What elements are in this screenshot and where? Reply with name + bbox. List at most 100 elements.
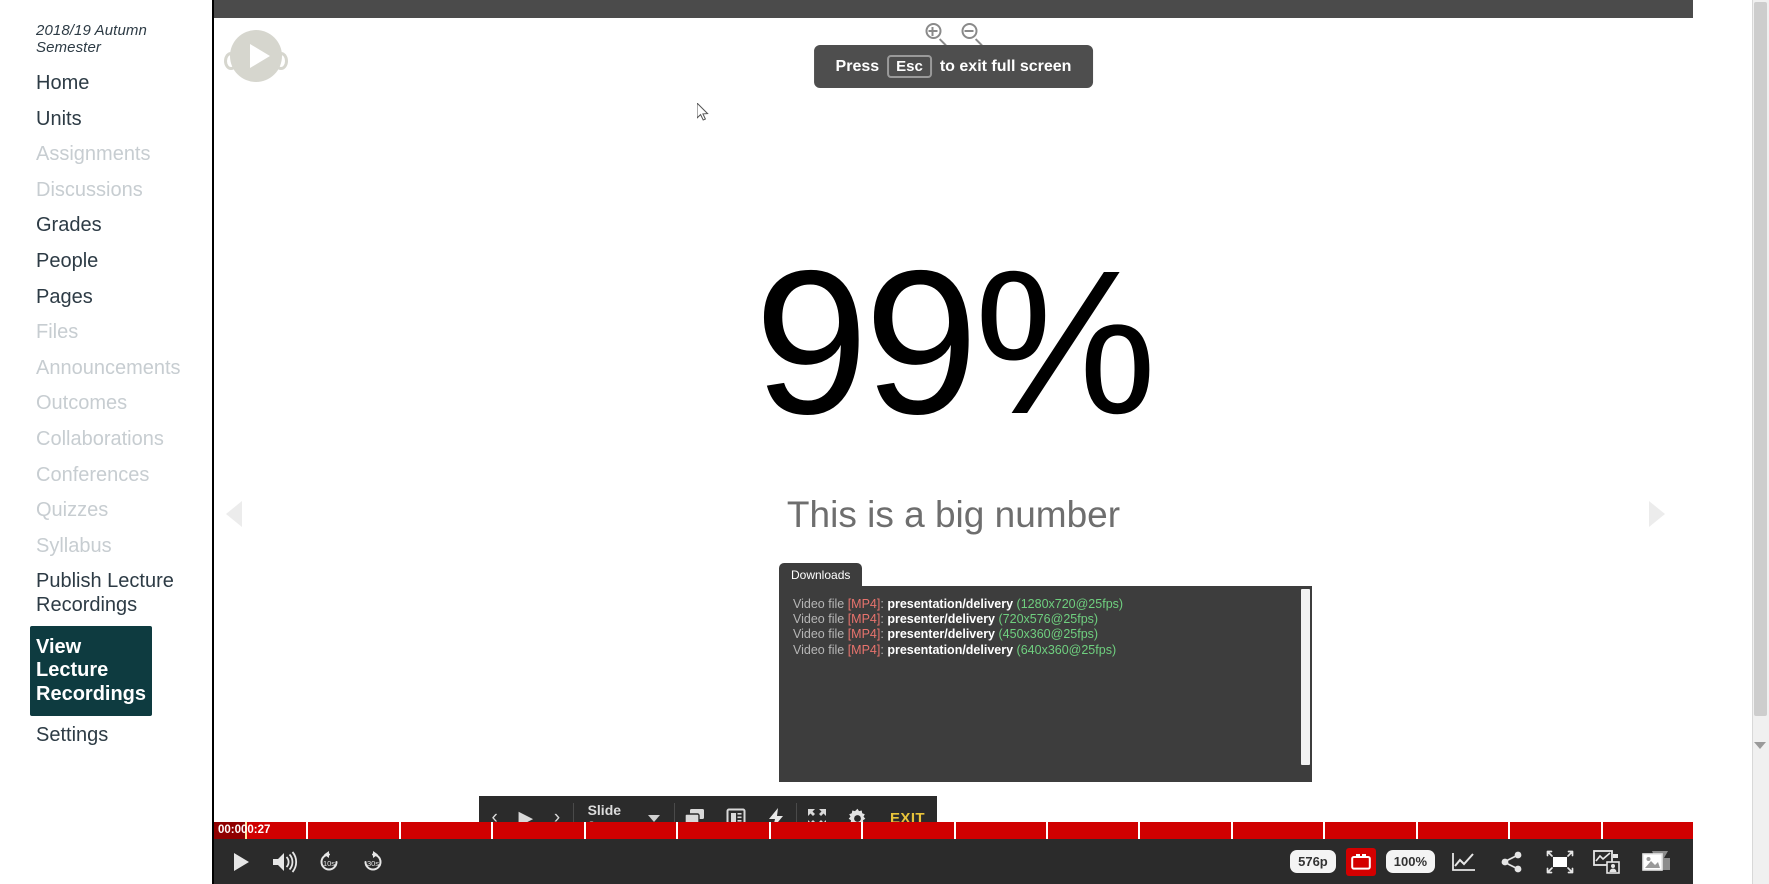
sidebar-item-units[interactable]: Units [0, 102, 212, 138]
sidebar-item-pages[interactable]: Pages [0, 280, 212, 316]
player-bar-left-group: 10s 30s [214, 843, 392, 881]
layout-picker-icon[interactable] [1589, 843, 1627, 881]
timeline-segment-mark [676, 822, 678, 839]
slide-big-number: 99% [754, 228, 1156, 457]
download-sep: : [880, 627, 884, 642]
page-scrollbar-thumb[interactable] [1754, 2, 1767, 716]
timeline-segment-mark [1416, 822, 1418, 839]
timeline-segment-mark [1046, 822, 1048, 839]
timeline-time-label: 00:000:27 [218, 824, 271, 836]
rewind-10s-icon[interactable]: 10s [310, 843, 348, 881]
volume-icon[interactable] [266, 843, 304, 881]
sidebar-item-announcements: Announcements [36, 356, 181, 379]
download-prefix: Video file [793, 642, 845, 657]
sidebar-item-files: Files [36, 321, 79, 344]
download-sep: : [880, 612, 884, 627]
esc-key-badge: Esc [887, 55, 932, 78]
course-navigation-sidebar: 2018/19 Autumn Semester Home Units Assignm… [0, 0, 214, 884]
downloads-tab[interactable]: Downloads [779, 563, 863, 588]
download-tag: [MP4] [847, 612, 881, 627]
previous-slide-arrow[interactable] [226, 501, 242, 527]
sidebar-item-syllabus: Syllabus [36, 534, 112, 557]
next-slide-arrow[interactable] [1649, 501, 1665, 527]
sidebar-item-home[interactable]: Home [0, 66, 212, 102]
zoom-out-minus [964, 30, 973, 32]
download-name: presentation/delivery [887, 642, 1014, 657]
download-name: presenter/delivery [887, 627, 996, 642]
player-control-bar: 10s 30s 576p 100% [214, 839, 1693, 884]
timeline-segment-mark [1231, 822, 1233, 839]
sidebar-item-settings[interactable]: Settings [0, 718, 212, 754]
download-prefix: Video file [793, 627, 845, 642]
play-overlay-ear-left [224, 52, 238, 70]
zoom-level-badge[interactable]: 100% [1385, 850, 1435, 873]
download-spec: (1280x720@25fps) [1016, 597, 1124, 611]
semester-label: 2018/19 Autumn Semester [36, 22, 147, 56]
downloads-list: Video file [MP4]: presentation/delivery … [793, 597, 1298, 658]
timeline-segment-mark [1508, 822, 1510, 839]
downloads-panel: Video file [MP4]: presentation/delivery … [779, 586, 1312, 782]
sidebar-item-people[interactable]: People [0, 244, 212, 280]
video-player-region: Press Esc to exit full screen 99% This i… [214, 0, 1769, 884]
timeline-segment-mark [954, 822, 956, 839]
download-row[interactable]: Video file [MP4]: presentation/delivery … [793, 643, 1298, 658]
sidebar-item-publish-lecture-recordings[interactable]: Publish Lecture Recordings [0, 564, 212, 623]
download-spec: (640x360@25fps) [1016, 642, 1117, 657]
recording-icon[interactable] [1345, 847, 1376, 876]
slide-caption: This is a big number [786, 494, 1121, 535]
download-tag: [MP4] [847, 627, 881, 642]
nav-list: Home Units Assignments Discussions Grades Peo… [0, 66, 212, 754]
play-overlay-ear-right [274, 52, 288, 70]
sidebar-item-quizzes: Quizzes [36, 499, 109, 522]
sidebar-item-collaborations: Collaborations [36, 427, 164, 450]
timeline-segment-mark [861, 822, 863, 839]
resize-icon[interactable] [1541, 843, 1579, 881]
timeline-segment-mark [399, 822, 401, 839]
sidebar-item-outcomes: Outcomes [36, 392, 128, 415]
video-timeline[interactable]: 00:000:27 [214, 822, 1693, 839]
download-spec: (450x360@25fps) [998, 627, 1099, 642]
timeline-segment-mark [584, 822, 586, 839]
download-sep: : [880, 642, 884, 657]
play-icon[interactable] [224, 30, 288, 82]
forward-30s-icon[interactable]: 30s [354, 843, 392, 881]
zoom-in-plus-v [931, 26, 934, 36]
sidebar-item-discussions: Discussions [36, 178, 143, 201]
chevron-down-icon [648, 814, 661, 822]
download-spec: (720x576@25fps) [998, 612, 1099, 627]
exit-fullscreen-banner: Press Esc to exit full screen [813, 45, 1094, 88]
sidebar-item-view-lecture-recordings[interactable]: View Lecture Recordings [30, 625, 152, 717]
timeline-segment-mark [306, 822, 308, 839]
screenshot-icon[interactable] [1637, 843, 1675, 881]
download-name: presentation/delivery [887, 597, 1014, 611]
chevron-down-icon[interactable] [1754, 742, 1766, 749]
download-row[interactable]: Video file [MP4]: presenter/delivery (45… [793, 627, 1298, 642]
downloads-scrollbar-thumb[interactable] [1301, 589, 1310, 765]
forward-label: 30s [367, 859, 379, 868]
quality-selector[interactable]: 576p [1290, 850, 1336, 873]
rewind-label: 10s [323, 859, 335, 868]
timeline-segment-mark [491, 822, 493, 839]
page-scrollbar[interactable] [1752, 0, 1769, 884]
download-tag: [MP4] [847, 642, 881, 657]
sidebar-item-grades[interactable]: Grades [0, 208, 212, 244]
timeline-segment-mark [769, 822, 771, 839]
download-row[interactable]: Video file [MP4]: presentation/delivery … [793, 597, 1298, 612]
analytics-icon[interactable] [1445, 843, 1483, 881]
timeline-segment-mark [1323, 822, 1325, 839]
slide-stage: Press Esc to exit full screen 99% This i… [214, 18, 1693, 825]
timeline-segment-mark [1601, 822, 1603, 839]
download-row[interactable]: Video file [MP4]: presenter/delivery (72… [793, 612, 1298, 627]
esc-banner-prefix: Press [835, 57, 880, 75]
timeline-segment-mark [1138, 822, 1140, 839]
download-tag: [MP4] [847, 597, 881, 611]
share-icon[interactable] [1493, 843, 1531, 881]
download-name: presenter/delivery [887, 612, 996, 627]
play-icon[interactable] [222, 843, 260, 881]
download-sep: : [880, 597, 884, 611]
download-prefix: Video file [793, 612, 845, 627]
sidebar-item-assignments: Assignments [36, 143, 151, 166]
player-top-bar [214, 0, 1693, 18]
lecture-recording-player-page: 2018/19 Autumn Semester Home Units Assignm… [0, 0, 1769, 884]
sidebar-item-conferences: Conferences [36, 463, 150, 486]
